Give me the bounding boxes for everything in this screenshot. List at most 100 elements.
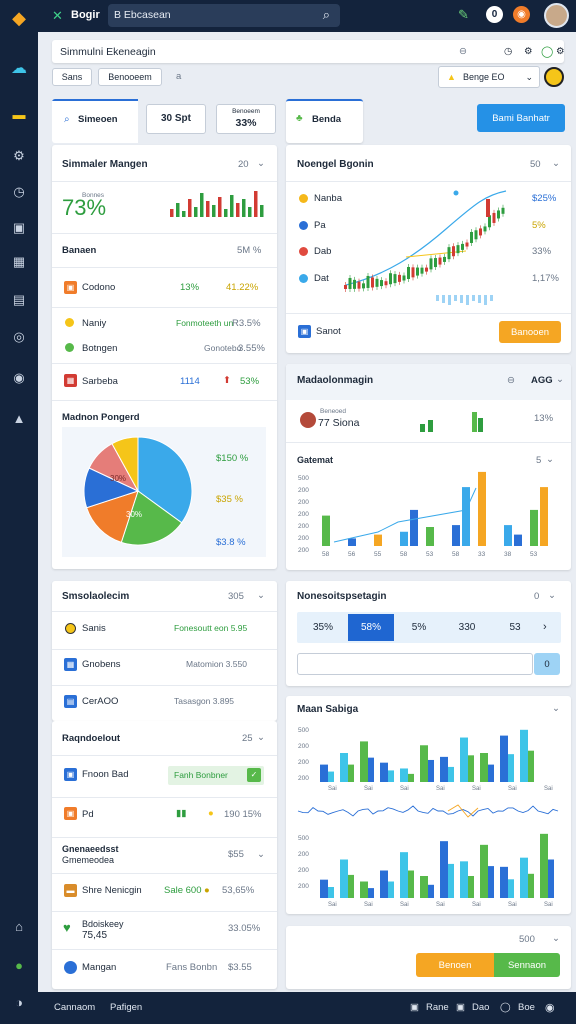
bar bbox=[320, 764, 328, 782]
tab-value: 33% bbox=[235, 117, 257, 129]
card-menu[interactable]: 500 bbox=[519, 934, 535, 945]
circle-icon[interactable]: ◯ bbox=[541, 45, 553, 58]
tab-benooeem[interactable]: Benooeem bbox=[98, 68, 162, 86]
section-title: Gnenaeedsst bbox=[62, 844, 119, 854]
footer-link[interactable]: Boe bbox=[518, 1002, 535, 1013]
page-button[interactable]: 53 bbox=[492, 614, 538, 641]
chevron-down-icon[interactable]: ⌄ bbox=[257, 732, 265, 743]
footer-link[interactable]: Dao bbox=[472, 1002, 489, 1013]
tab-simeoen[interactable]: ⌕ Simeoen bbox=[52, 99, 138, 143]
bar bbox=[462, 487, 470, 546]
section-menu[interactable]: $55 bbox=[228, 849, 244, 860]
search-input[interactable]: B Ebcasean ⌕ bbox=[108, 4, 340, 27]
tab-benoeem[interactable]: Benoeem 33% bbox=[216, 104, 276, 134]
primary-button[interactable]: Benoen bbox=[416, 953, 494, 977]
tab-30-spt[interactable]: 30 Spt bbox=[146, 104, 206, 134]
filter-bar: Sans Benooeem a ▲ Benge EO ⌄ bbox=[52, 66, 564, 90]
home-icon[interactable]: ⌂ bbox=[9, 916, 29, 936]
chart-icon[interactable]: ▤ bbox=[9, 290, 29, 310]
page-button[interactable]: 58% bbox=[348, 614, 394, 641]
alert-icon[interactable]: ◉ bbox=[513, 6, 530, 23]
coin-icon[interactable] bbox=[544, 67, 564, 87]
sync-icon[interactable]: ⊖ bbox=[459, 46, 467, 57]
action-button[interactable]: Bami Banhatr bbox=[477, 104, 565, 132]
divider bbox=[52, 837, 277, 838]
right-foot-card: 500 ⌄ Benoen Sennaon bbox=[286, 926, 571, 989]
candlestick-chart bbox=[344, 190, 507, 305]
briefcase-icon[interactable]: ▬ bbox=[9, 104, 29, 124]
page-button[interactable]: 330 bbox=[444, 614, 490, 641]
clock-icon[interactable]: ◷ bbox=[9, 182, 29, 202]
pie-label: $35 % bbox=[216, 494, 243, 505]
card-menu[interactable]: 305 bbox=[228, 591, 244, 602]
chevron-down-icon[interactable]: ⌄ bbox=[552, 158, 560, 169]
section-sub: Gmemeodea bbox=[62, 855, 115, 865]
go-button[interactable]: 0 bbox=[534, 653, 560, 675]
row-value: 53,65% bbox=[222, 885, 255, 896]
chevron-down-icon[interactable]: ⌄ bbox=[257, 849, 265, 860]
pager-input[interactable] bbox=[297, 653, 533, 675]
logo-icon: ◆ bbox=[12, 7, 26, 28]
tab-sans[interactable]: Sans bbox=[52, 68, 92, 86]
chevron-down-icon[interactable]: ⌄ bbox=[552, 703, 560, 714]
bar-chart: 500 200 200 200 200 200 200 58 56 55 58 53 58 33 38 53 bbox=[298, 471, 548, 558]
chevron-down-icon[interactable]: ⌄ bbox=[552, 933, 560, 944]
pie-inner-label: 30% bbox=[110, 474, 126, 483]
x-tick: 53 bbox=[426, 551, 434, 558]
calendar-icon[interactable]: ▣ bbox=[9, 218, 29, 238]
section-menu[interactable]: 25 bbox=[242, 733, 253, 744]
notification-icon[interactable]: ● bbox=[9, 955, 29, 975]
table-icon[interactable]: ▦ bbox=[9, 252, 29, 272]
user-icon[interactable]: ▲ bbox=[9, 408, 29, 428]
chevron-right-icon[interactable]: › bbox=[543, 621, 547, 633]
info-icon[interactable]: 0 bbox=[486, 6, 503, 23]
footer-link[interactable]: Pafigen bbox=[110, 1002, 142, 1013]
chevron-down-icon[interactable]: ⌄ bbox=[546, 454, 554, 465]
gear-icon[interactable]: ⚙ bbox=[524, 46, 533, 57]
status-chip[interactable]: Fanh Bonbner ✓ bbox=[168, 766, 264, 785]
settings-icon[interactable]: ⚙ bbox=[556, 46, 564, 57]
section-menu[interactable]: 5M % bbox=[237, 245, 261, 256]
footer-button[interactable]: Banooen bbox=[499, 321, 561, 343]
bar bbox=[520, 857, 528, 898]
compass-icon[interactable]: ◉ bbox=[9, 368, 29, 388]
spark-bar bbox=[200, 193, 204, 217]
card-menu[interactable]: AGG bbox=[531, 375, 553, 386]
tool-icon[interactable]: ✎ bbox=[458, 7, 469, 23]
legend-dot bbox=[299, 194, 308, 203]
profile-icon[interactable]: ◑ bbox=[9, 992, 29, 1012]
bar bbox=[460, 737, 468, 782]
card-menu[interactable]: 20 bbox=[238, 159, 249, 170]
page-button[interactable]: 35% bbox=[300, 614, 346, 641]
secondary-button[interactable]: Sennaon bbox=[494, 953, 560, 977]
cloud-icon[interactable]: ☁ bbox=[9, 58, 29, 78]
footer-link[interactable]: Cannaom bbox=[54, 1002, 95, 1013]
tab-a[interactable]: a bbox=[176, 71, 181, 82]
bar bbox=[500, 866, 508, 898]
search-icon[interactable]: ⌕ bbox=[323, 7, 330, 23]
chevron-down-icon[interactable]: ⌄ bbox=[548, 590, 556, 601]
candle-body bbox=[434, 258, 437, 268]
sub-menu[interactable]: 5 bbox=[536, 455, 541, 466]
row-value: 3.55% bbox=[238, 343, 265, 354]
chevron-down-icon[interactable]: ⌄ bbox=[257, 590, 265, 601]
settings-icon[interactable]: ◉ bbox=[545, 1001, 555, 1014]
row-value: $3.55 bbox=[228, 962, 252, 973]
settings-icon[interactable]: ⚙ bbox=[9, 146, 29, 166]
mini-bars bbox=[420, 412, 483, 432]
tab-benda[interactable]: ♣ Benda bbox=[286, 99, 363, 143]
page-button[interactable]: 5% bbox=[396, 614, 442, 641]
circle-icon[interactable]: ⊖ bbox=[507, 375, 515, 386]
footer-link[interactable]: Rane bbox=[426, 1002, 449, 1013]
card-menu[interactable]: 50 bbox=[530, 159, 541, 170]
candle-body bbox=[407, 266, 410, 279]
clock-icon[interactable]: ◷ bbox=[504, 46, 512, 57]
avatar[interactable] bbox=[544, 3, 569, 28]
range-select[interactable]: ▲ Benge EO ⌄ bbox=[438, 66, 540, 88]
help-icon[interactable]: ◎ bbox=[9, 327, 29, 347]
bar bbox=[322, 515, 330, 546]
card-menu[interactable]: 0 bbox=[534, 591, 539, 602]
candle-body bbox=[425, 267, 428, 272]
chevron-down-icon[interactable]: ⌄ bbox=[257, 158, 265, 169]
chevron-down-icon[interactable]: ⌄ bbox=[556, 374, 564, 385]
